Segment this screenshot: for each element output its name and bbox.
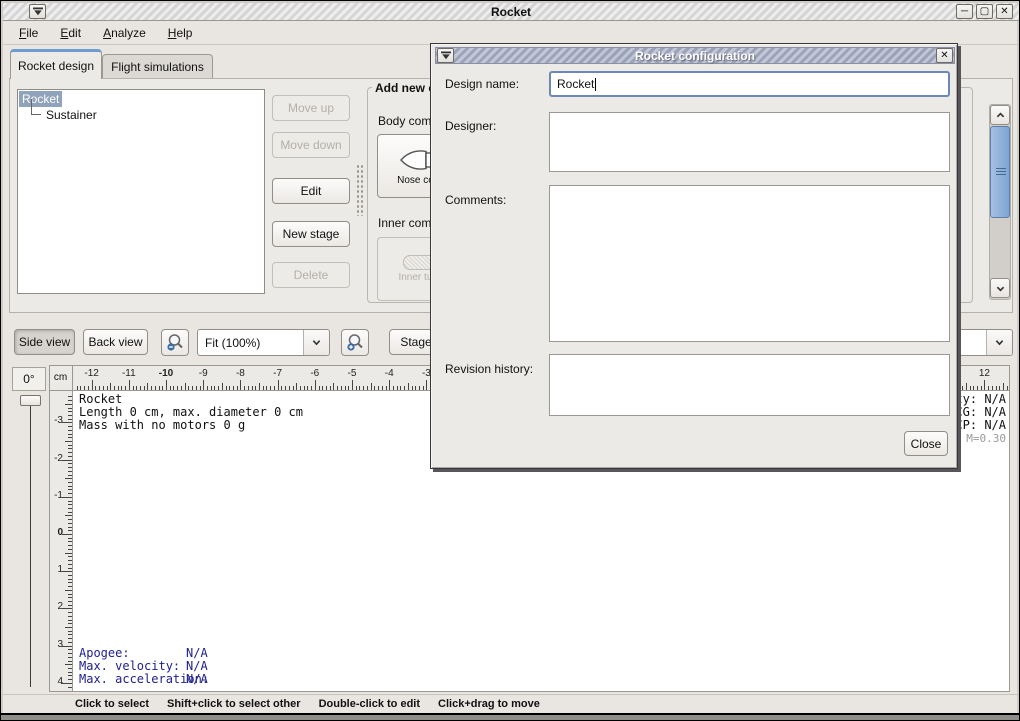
- edit-button[interactable]: Edit: [272, 178, 350, 204]
- minimize-icon: ─: [961, 7, 968, 17]
- menu-analyze[interactable]: Analyze: [95, 24, 154, 42]
- dialog-title: Rocket configuration: [436, 49, 954, 63]
- v-ruler-label: -2: [54, 453, 63, 464]
- splitpane-divider[interactable]: [356, 164, 364, 216]
- h-ruler-label: -9: [188, 368, 218, 379]
- design-name-input[interactable]: Rocket: [549, 71, 950, 97]
- rotation-slider-track: [30, 399, 31, 687]
- move-up-button: Move up: [272, 95, 350, 121]
- designer-textarea[interactable]: [549, 112, 950, 172]
- tree-item-sustainer[interactable]: Sustainer: [43, 107, 100, 123]
- design-name-value: Rocket: [557, 77, 594, 91]
- h-ruler-label: -12: [77, 368, 107, 379]
- h-ruler-label: -8: [225, 368, 255, 379]
- menu-help[interactable]: Help: [160, 24, 201, 42]
- h-ruler-label: -7: [263, 368, 293, 379]
- delete-button: Delete: [272, 262, 350, 288]
- hint-click-select: Click to select: [75, 698, 149, 710]
- hint-double-click: Double-click to edit: [319, 698, 420, 710]
- hint-click-drag: Click+drag to move: [438, 698, 540, 710]
- vertical-ruler: -3 -2 -1 0 1 2 3 4: [49, 391, 73, 691]
- h-ruler-label: -10: [151, 368, 181, 379]
- hint-shift-click: Shift+click to select other: [167, 698, 301, 710]
- scrollbar-thumb[interactable]: [990, 126, 1010, 218]
- zoom-in-icon: [346, 333, 365, 352]
- v-ruler-label: 2: [57, 601, 63, 612]
- close-icon: ✕: [1000, 7, 1008, 17]
- component-scrollbar: [989, 104, 1011, 300]
- maximize-icon: ▢: [980, 7, 989, 17]
- zoom-select-value: Fit (100%): [198, 336, 303, 350]
- dialog-close-button[interactable]: ✕: [936, 48, 953, 63]
- scroll-down-button[interactable]: [990, 278, 1010, 298]
- comments-label: Comments:: [445, 193, 506, 207]
- v-ruler-label: 4: [57, 676, 63, 687]
- window-title: Rocket: [3, 5, 1019, 19]
- zoom-select[interactable]: Fit (100%): [197, 329, 330, 356]
- h-ruler-label: -11: [114, 368, 144, 379]
- move-down-button: Move down: [272, 132, 350, 158]
- comments-textarea[interactable]: [549, 185, 950, 342]
- chevron-down-icon: [995, 338, 1004, 347]
- motor-configuration-arrow[interactable]: [986, 330, 1012, 355]
- revision-history-textarea[interactable]: [549, 354, 950, 416]
- scroll-up-button[interactable]: [990, 105, 1010, 125]
- cp-value: CP: N/A: [955, 419, 1006, 432]
- scrollbar-grip: [996, 168, 1006, 175]
- window-frame-bottom: [1, 713, 1020, 721]
- h-ruler-label: -4: [374, 368, 404, 379]
- h-ruler-label: -6: [300, 368, 330, 379]
- rocket-configuration-dialog: Rocket configuration ✕ Design name: Rock…: [430, 43, 958, 469]
- main-titlebar: Rocket ─ ▢ ✕: [3, 3, 1019, 21]
- h-ruler-label: -5: [337, 368, 367, 379]
- v-ruler-label: -1: [54, 490, 63, 501]
- tab-flight-simulations[interactable]: Flight simulations: [102, 54, 213, 79]
- v-ruler-label: 1: [57, 564, 63, 575]
- menu-file[interactable]: File: [11, 24, 46, 42]
- rocket-info-line-3: Mass with no motors 0 g: [79, 419, 245, 432]
- close-icon: ✕: [940, 51, 948, 61]
- component-tree[interactable]: Rocket Sustainer: [17, 89, 265, 294]
- side-view-button[interactable]: Side view: [14, 329, 75, 355]
- zoom-out-button[interactable]: [161, 329, 189, 356]
- max-acceleration-value: N/A: [186, 673, 208, 686]
- dialog-titlebar: Rocket configuration ✕: [435, 47, 955, 64]
- mach-value: M=0.30: [966, 432, 1006, 445]
- chevron-down-icon: [312, 338, 321, 347]
- v-ruler-label: 3: [57, 639, 63, 650]
- tree-connector: [31, 99, 41, 115]
- maximize-button[interactable]: ▢: [976, 4, 993, 19]
- rotation-value: 0°: [12, 367, 46, 391]
- revision-history-label: Revision history:: [445, 362, 533, 376]
- tab-rocket-design[interactable]: Rocket design: [10, 49, 102, 79]
- designer-label: Designer:: [445, 119, 496, 133]
- h-ruler-label: 12: [969, 368, 999, 379]
- back-view-button[interactable]: Back view: [83, 329, 148, 355]
- rotation-slider-handle[interactable]: [20, 395, 41, 406]
- v-ruler-label: -3: [54, 415, 63, 426]
- close-button[interactable]: ✕: [996, 4, 1013, 19]
- ruler-unit-label: cm: [49, 365, 73, 391]
- scroll-down-icon: [996, 284, 1005, 293]
- zoom-out-icon: [166, 333, 185, 352]
- zoom-select-arrow[interactable]: [303, 330, 329, 355]
- design-name-label: Design name:: [445, 77, 519, 91]
- new-stage-button[interactable]: New stage: [272, 221, 350, 247]
- scroll-up-icon: [996, 111, 1005, 120]
- statusbar: Click to select Shift+click to select ot…: [3, 694, 1019, 713]
- text-caret: [595, 78, 596, 91]
- menu-edit[interactable]: Edit: [52, 24, 89, 42]
- minimize-button[interactable]: ─: [956, 4, 973, 19]
- menubar: File Edit Analyze Help: [3, 22, 1019, 45]
- v-ruler-label: 0: [57, 527, 63, 538]
- dialog-close-action-button[interactable]: Close: [904, 431, 948, 456]
- main-window: Rocket ─ ▢ ✕ File Edit Analyze Help Rock…: [0, 0, 1020, 721]
- zoom-in-button[interactable]: [341, 329, 369, 356]
